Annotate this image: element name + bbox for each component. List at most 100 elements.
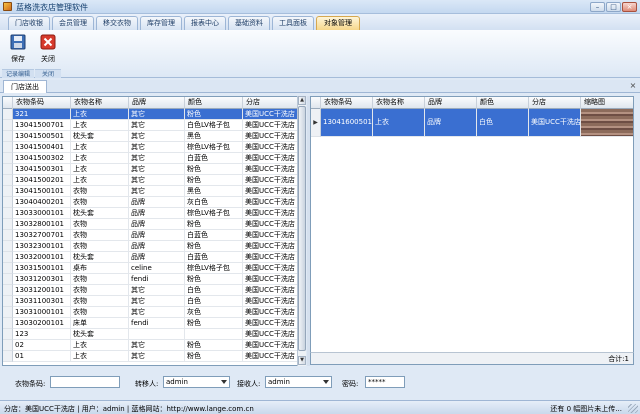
cell-barcode: 13041600501 xyxy=(321,109,373,137)
tab-reports[interactable]: 报表中心 xyxy=(184,16,226,30)
close-window-button[interactable]: × xyxy=(622,2,637,12)
tab-store-cashier[interactable]: 门店收银 xyxy=(8,16,50,30)
cell-barcode: 13031200101 xyxy=(13,285,71,296)
col-header-barcode[interactable]: 衣物条码 xyxy=(321,97,373,109)
table-row[interactable]: 01 上衣 其它 粉色 美国UCC干洗店 xyxy=(3,351,297,362)
tab-member-management[interactable]: 会员管理 xyxy=(52,16,94,30)
table-row[interactable]: 13033000101 枕头套 品牌 棕色LV格子包 美国UCC干洗店 xyxy=(3,208,297,219)
col-header-color[interactable]: 颜色 xyxy=(477,97,529,109)
table-row[interactable]: 123 枕头套 美国UCC干洗店 xyxy=(3,329,297,340)
cell-branch: 美国UCC干洗店 xyxy=(243,219,297,230)
scroll-up-icon[interactable]: ▲ xyxy=(298,96,306,105)
table-row[interactable]: 13041500302 上衣 其它 白蓝色 美国UCC干洗店 xyxy=(3,153,297,164)
cell-color: 棕色LV格子包 xyxy=(185,263,243,274)
cell-thumbnail[interactable] xyxy=(581,109,633,137)
cell-branch: 美国UCC干洗店 xyxy=(243,241,297,252)
cell-brand: 品牌 xyxy=(129,230,185,241)
transfer-person-select[interactable]: admin xyxy=(163,376,230,388)
right-grid-header: 衣物条码 衣物名称 品牌 颜色 分店 缩略图 xyxy=(311,97,633,109)
cell-color: 白蓝色 xyxy=(185,153,243,164)
cell-brand: 其它 xyxy=(129,285,185,296)
tab-basic-data[interactable]: 基础资料 xyxy=(228,16,270,30)
cell-barcode: 13033000101 xyxy=(13,208,71,219)
close-button[interactable]: 关闭 xyxy=(38,34,58,66)
col-header-thumbnail[interactable]: 缩略图 xyxy=(581,97,633,109)
cell-branch: 美国UCC干洗店 xyxy=(243,175,297,186)
maximize-button[interactable]: □ xyxy=(606,2,621,12)
col-header-brand[interactable]: 品牌 xyxy=(425,97,477,109)
document-close-icon[interactable]: × xyxy=(628,81,638,91)
cell-name: 衣物 xyxy=(71,274,129,285)
cell-branch: 美国UCC干洗店 xyxy=(243,307,297,318)
cell-brand: fendi xyxy=(129,274,185,285)
table-row[interactable]: 13031500101 桌布 celine 棕色LV格子包 美国UCC干洗店 xyxy=(3,263,297,274)
barcode-input[interactable] xyxy=(50,376,120,388)
table-row[interactable]: 13032000101 枕头套 品牌 白蓝色 美国UCC干洗店 xyxy=(3,252,297,263)
save-button[interactable]: 保存 xyxy=(8,34,28,66)
cell-name: 衣物 xyxy=(71,186,129,197)
col-header-branch[interactable]: 分店 xyxy=(243,97,297,109)
cell-name: 上衣 xyxy=(71,351,129,362)
table-row[interactable]: 13031200101 衣物 其它 白色 美国UCC干洗店 xyxy=(3,285,297,296)
status-bar: 分店：美国UCC干洗店 | 用户：admin | 蓝格网站：http://www… xyxy=(0,400,640,414)
table-row[interactable]: ▶ 13041600501 上衣 品牌 白色 美国UCC干洗店 xyxy=(311,109,633,137)
table-row[interactable]: 13041500301 上衣 其它 粉色 美国UCC干洗店 xyxy=(3,164,297,175)
cell-color: 棕色LV格子包 xyxy=(185,142,243,153)
col-header-name[interactable]: 衣物名称 xyxy=(71,97,129,109)
col-header-barcode[interactable]: 衣物条码 xyxy=(13,97,71,109)
tab-tools[interactable]: 工具面板 xyxy=(272,16,314,30)
cell-brand: fendi xyxy=(129,318,185,329)
title-bar: 蓝格洗衣店管理软件 – □ × xyxy=(0,0,640,14)
table-row[interactable]: 13041500101 衣物 其它 黑色 美国UCC干洗店 xyxy=(3,186,297,197)
cell-color: 粉色 xyxy=(185,340,243,351)
upload-status: 还有 0 幅图片未上传... xyxy=(550,405,622,413)
minimize-button[interactable]: – xyxy=(590,2,605,12)
table-row[interactable]: 13032300101 衣物 品牌 粉色 美国UCC干洗店 xyxy=(3,241,297,252)
tab-transfer-clothes[interactable]: 移交衣物 xyxy=(96,16,138,30)
cell-color: 白蓝色 xyxy=(185,230,243,241)
document-tab-store-send[interactable]: 门店送出 xyxy=(3,80,47,93)
table-row[interactable]: 13040400201 衣物 品牌 灰白色 美国UCC干洗店 xyxy=(3,197,297,208)
cell-branch: 美国UCC干洗店 xyxy=(243,263,297,274)
cell-brand: 其它 xyxy=(129,186,185,197)
resize-grip-icon[interactable] xyxy=(628,404,638,413)
table-row[interactable]: 13041500701 上衣 其它 白色LV格子包 美国UCC干洗店 xyxy=(3,120,297,131)
tab-object-management[interactable]: 对象管理 xyxy=(316,16,360,30)
col-header-branch[interactable]: 分店 xyxy=(529,97,581,109)
table-row[interactable]: 13032700701 衣物 品牌 白蓝色 美国UCC干洗店 xyxy=(3,230,297,241)
table-row[interactable]: 13031200301 衣物 fendi 粉色 美国UCC干洗店 xyxy=(3,274,297,285)
cell-branch: 美国UCC干洗店 xyxy=(243,186,297,197)
cell-color xyxy=(185,329,243,340)
table-row[interactable]: 13031000101 衣物 其它 灰色 美国UCC干洗店 xyxy=(3,307,297,318)
cell-barcode: 13032800101 xyxy=(13,219,71,230)
cell-color: 粉色 xyxy=(185,164,243,175)
cell-barcode: 13041500302 xyxy=(13,153,71,164)
table-row[interactable]: 13031100301 衣物 其它 白色 美国UCC干洗店 xyxy=(3,296,297,307)
table-row[interactable]: 321 上衣 其它 粉色 美国UCC干洗店 xyxy=(3,109,297,120)
left-grid-scrollbar[interactable]: ▲ ▼ xyxy=(297,96,306,366)
cell-barcode: 02 xyxy=(13,340,71,351)
scroll-down-icon[interactable]: ▼ xyxy=(298,356,306,365)
password-input[interactable]: ***** xyxy=(365,376,405,388)
cell-brand: 其它 xyxy=(129,120,185,131)
col-header-color[interactable]: 颜色 xyxy=(185,97,243,109)
tab-inventory[interactable]: 库存管理 xyxy=(140,16,182,30)
cell-barcode: 13032700701 xyxy=(13,230,71,241)
table-row[interactable]: 13041500401 上衣 其它 棕色LV格子包 美国UCC干洗店 xyxy=(3,142,297,153)
col-header-name[interactable]: 衣物名称 xyxy=(373,97,425,109)
cell-brand: 品牌 xyxy=(129,241,185,252)
table-row[interactable]: 02 上衣 其它 粉色 美国UCC干洗店 xyxy=(3,340,297,351)
save-icon xyxy=(10,34,26,50)
cell-brand: celine xyxy=(129,263,185,274)
table-row[interactable]: 13041500201 上衣 其它 粉色 美国UCC干洗店 xyxy=(3,175,297,186)
table-row[interactable]: 13030200101 床单 fendi 粉色 美国UCC干洗店 xyxy=(3,318,297,329)
cell-barcode: 01 xyxy=(13,351,71,362)
table-row[interactable]: 13032800101 衣物 品牌 粉色 美国UCC干洗店 xyxy=(3,219,297,230)
cell-branch: 美国UCC干洗店 xyxy=(243,351,297,362)
col-header-brand[interactable]: 品牌 xyxy=(129,97,185,109)
cell-brand: 其它 xyxy=(129,164,185,175)
table-row[interactable]: 13041500501 枕头套 其它 黑色 美国UCC干洗店 xyxy=(3,131,297,142)
cell-name: 枕头套 xyxy=(71,131,129,142)
receiver-select[interactable]: admin xyxy=(265,376,332,388)
scroll-thumb[interactable] xyxy=(298,106,306,351)
